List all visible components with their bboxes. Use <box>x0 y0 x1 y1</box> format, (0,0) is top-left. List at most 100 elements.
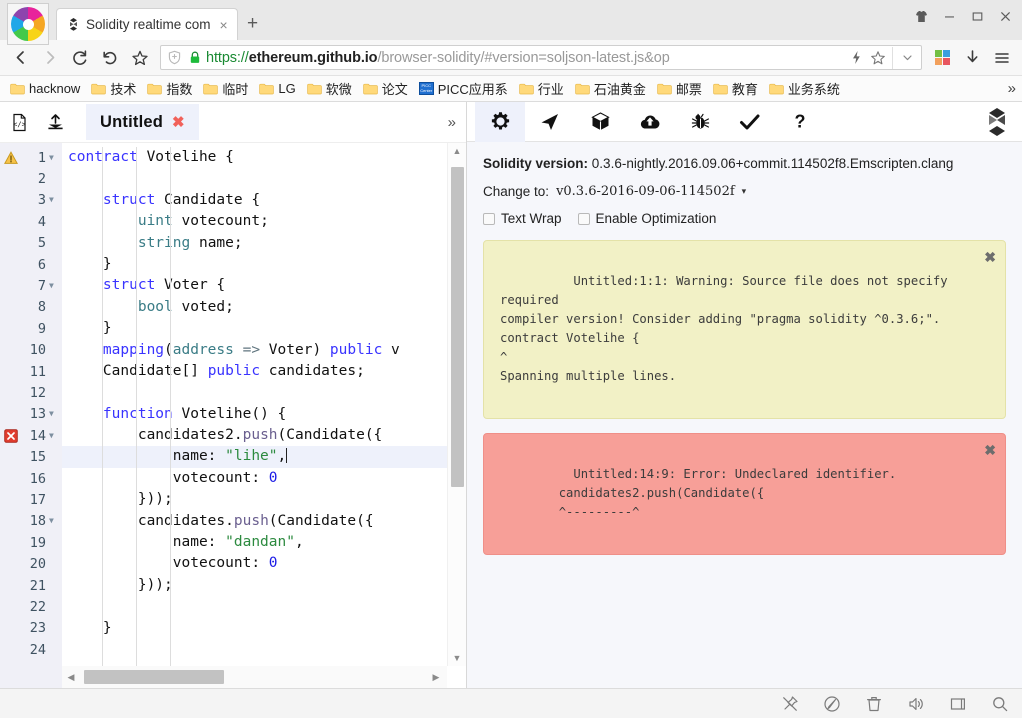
fold-arrow-icon[interactable]: ▼ <box>49 196 58 204</box>
gutter-line[interactable]: 7 ▼ <box>0 275 62 296</box>
code-editor[interactable]: 1▼2▼3▼4▼5▼6▼7▼8▼9▼10▼11▼12▼13▼14▼15▼16▼1… <box>0 142 466 688</box>
gutter-line[interactable]: 14 ▼ <box>0 425 62 446</box>
gutter-line[interactable]: 22▼ <box>0 596 62 617</box>
fold-arrow-icon[interactable]: ▼ <box>49 431 58 440</box>
warning-marker-icon[interactable] <box>4 150 18 165</box>
reload-icon[interactable] <box>66 44 94 72</box>
code-line[interactable]: votecount: 0 <box>62 553 466 574</box>
code-line[interactable] <box>62 382 466 403</box>
fold-arrow-icon[interactable]: ▼ <box>49 517 58 525</box>
code-line[interactable]: name: "dandan", <box>62 532 466 553</box>
scroll-left-arrow-icon[interactable]: ◀ <box>62 672 80 683</box>
debugger-tab[interactable] <box>675 102 725 142</box>
gutter-line[interactable]: 4▼ <box>0 211 62 232</box>
gutter-line[interactable]: 23▼ <box>0 618 62 639</box>
menu-icon[interactable] <box>988 44 1016 72</box>
browser-tab[interactable]: Solidity realtime com × <box>56 8 238 40</box>
code-line[interactable]: } <box>62 618 466 639</box>
chevron-down-icon[interactable] <box>897 47 917 69</box>
compiler-warning-message[interactable]: ✖ Untitled:1:1: Warning: Source file does… <box>483 240 1006 419</box>
trash-icon[interactable] <box>864 694 884 714</box>
code-line[interactable]: struct Voter { <box>62 275 466 296</box>
file-tab-close-icon[interactable]: ✖ <box>172 113 185 131</box>
gutter-line[interactable]: 13 ▼ <box>0 404 62 425</box>
gutter-line[interactable]: 5▼ <box>0 233 62 254</box>
run-tab[interactable] <box>525 102 575 142</box>
analysis-tab[interactable] <box>725 102 775 142</box>
code-line[interactable]: contract Votelihe { <box>62 147 466 168</box>
code-line[interactable]: candidates.push(Candidate({ <box>62 511 466 532</box>
editor-vertical-scrollbar[interactable]: ▲ ▼ <box>447 143 466 666</box>
horizontal-scroll-thumb[interactable] <box>84 670 224 684</box>
window-icon[interactable] <box>948 694 968 714</box>
enable-optimization-checkbox[interactable] <box>577 212 590 225</box>
downloads-icon[interactable] <box>958 44 986 72</box>
gutter-line[interactable]: 2▼ <box>0 168 62 189</box>
fold-arrow-icon[interactable]: ▼ <box>49 410 58 418</box>
undo-icon[interactable] <box>96 44 124 72</box>
code-line[interactable] <box>62 639 466 660</box>
bookmarks-overflow-icon[interactable]: » <box>1008 80 1016 97</box>
gutter-line[interactable]: 17▼ <box>0 489 62 510</box>
code-line[interactable]: function Votelihe() { <box>62 404 466 425</box>
compile-tab[interactable] <box>575 102 625 142</box>
gutter-line[interactable]: 21▼ <box>0 575 62 596</box>
code-line[interactable]: uint votecount; <box>62 211 466 232</box>
bookmark-item[interactable]: 指数 <box>143 78 199 100</box>
star-outline-icon[interactable] <box>868 47 888 69</box>
new-file-icon[interactable]: </> <box>8 111 30 133</box>
theme-shirt-icon[interactable] <box>908 4 934 28</box>
editor-expand-icon[interactable]: » <box>448 114 456 131</box>
code-line[interactable]: })); <box>62 489 466 510</box>
editor-code-area[interactable]: contract Votelihe { struct Candidate { u… <box>62 143 466 688</box>
bookmark-item[interactable]: 临时 <box>199 78 255 100</box>
gutter-line[interactable]: 15▼ <box>0 446 62 467</box>
close-icon[interactable]: ✖ <box>984 441 996 460</box>
code-line[interactable]: } <box>62 254 466 275</box>
bookmark-item[interactable]: hacknow <box>6 78 87 100</box>
bookmark-item[interactable]: 石油黄金 <box>571 78 653 100</box>
bookmark-item[interactable]: LG <box>255 78 302 100</box>
code-line[interactable] <box>62 168 466 189</box>
scroll-down-arrow-icon[interactable]: ▼ <box>448 650 466 666</box>
editor-horizontal-scrollbar[interactable]: ◀ ▶ <box>62 666 447 688</box>
code-line[interactable]: string name; <box>62 233 466 254</box>
gutter-line[interactable]: 1 ▼ <box>0 147 62 168</box>
browser-tab-close-icon[interactable]: × <box>217 17 231 33</box>
help-tab[interactable]: ? <box>775 102 825 142</box>
file-tab-untitled[interactable]: Untitled ✖ <box>86 104 199 140</box>
gutter-line[interactable]: 12▼ <box>0 382 62 403</box>
code-line[interactable]: bool voted; <box>62 297 466 318</box>
code-line[interactable] <box>62 596 466 617</box>
version-select[interactable]: v0.3.6-2016-09-06-114502f <box>556 184 735 199</box>
settings-tab[interactable] <box>475 101 525 142</box>
extensions-grid-icon[interactable] <box>928 44 956 72</box>
bookmark-item[interactable]: 业务系统 <box>765 78 847 100</box>
code-line[interactable]: votecount: 0 <box>62 468 466 489</box>
code-line[interactable]: candidates2.push(Candidate({ <box>62 425 466 446</box>
text-wrap-checkbox[interactable] <box>483 212 495 225</box>
url-bar[interactable]: https://ethereum.github.io/browser-solid… <box>160 45 922 70</box>
scroll-right-arrow-icon[interactable]: ▶ <box>427 672 445 683</box>
gutter-line[interactable]: 6▼ <box>0 254 62 275</box>
bookmark-item[interactable]: 论文 <box>359 78 415 100</box>
close-icon[interactable]: ✖ <box>984 248 996 267</box>
gutter-line[interactable]: 20▼ <box>0 553 62 574</box>
gutter-line[interactable]: 19▼ <box>0 532 62 553</box>
upload-icon[interactable] <box>44 111 66 133</box>
error-marker-icon[interactable] <box>4 429 18 443</box>
bookmark-item[interactable]: 行业 <box>515 78 571 100</box>
publish-tab[interactable] <box>625 102 675 142</box>
bookmark-item[interactable]: 软微 <box>303 78 359 100</box>
code-line[interactable]: })); <box>62 575 466 596</box>
minimize-button[interactable] <box>936 4 962 28</box>
bookmark-item[interactable]: 教育 <box>709 78 765 100</box>
scroll-up-arrow-icon[interactable]: ▲ <box>448 143 466 159</box>
back-arrow-icon[interactable] <box>6 44 34 72</box>
gutter-line[interactable]: 18 ▼ <box>0 511 62 532</box>
editor-gutter[interactable]: 1▼2▼3▼4▼5▼6▼7▼8▼9▼10▼11▼12▼13▼14▼15▼16▼1… <box>0 143 62 688</box>
maximize-button[interactable] <box>964 4 990 28</box>
lightning-icon[interactable] <box>846 47 866 69</box>
code-line[interactable]: } <box>62 318 466 339</box>
code-line[interactable]: name: "lihe", <box>62 446 466 468</box>
